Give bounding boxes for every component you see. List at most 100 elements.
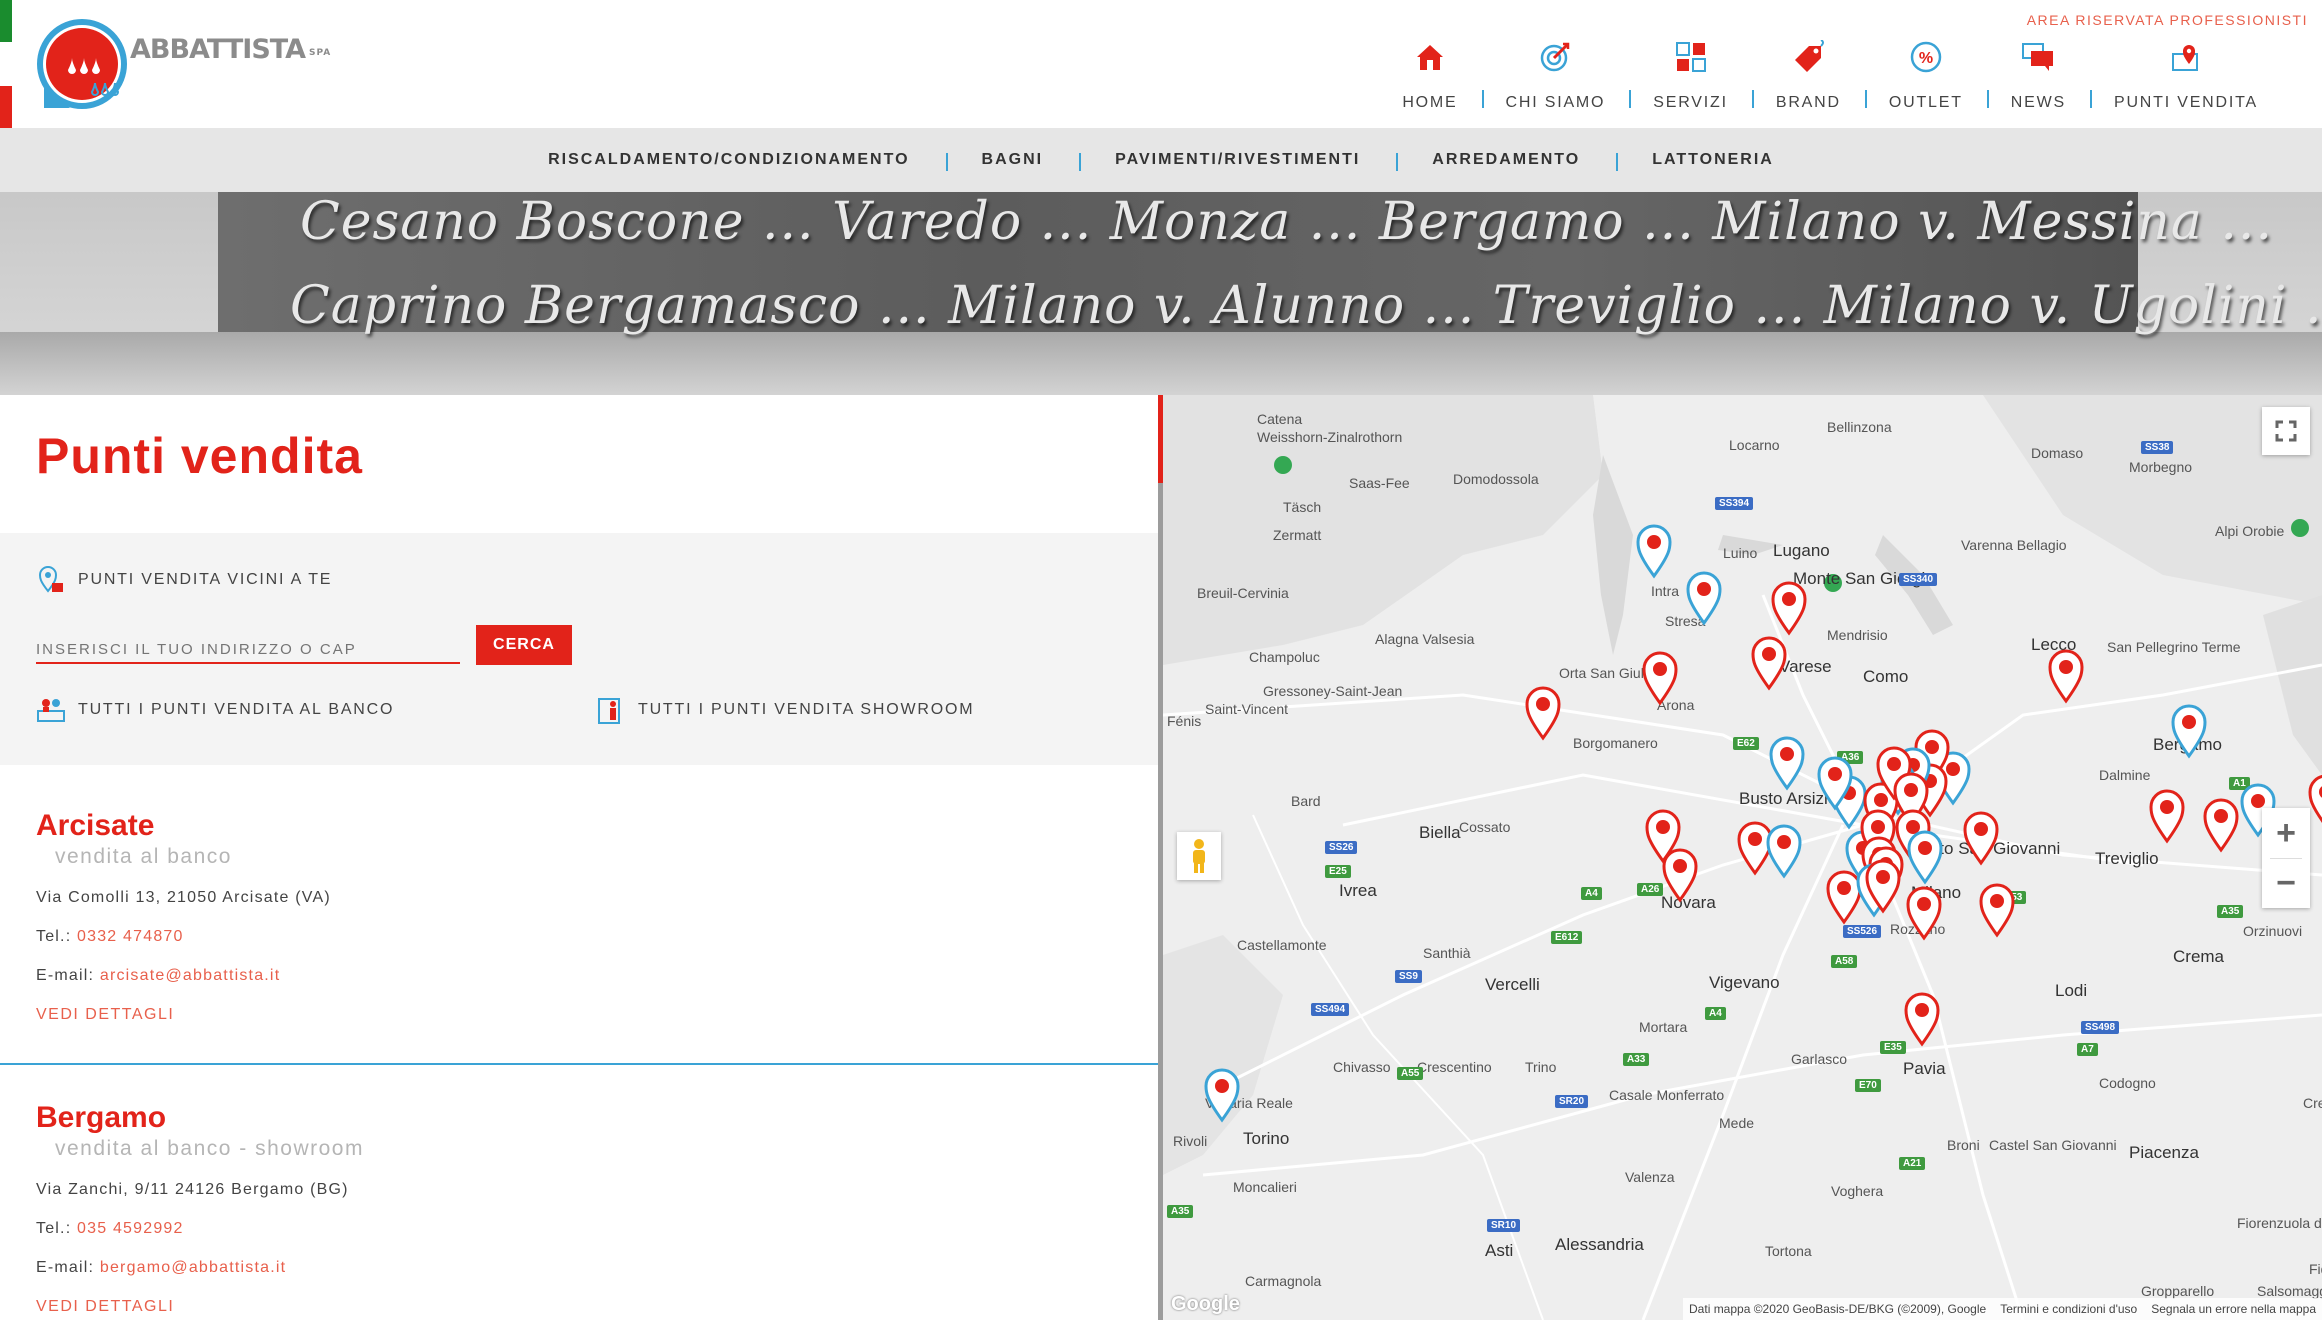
store-marker-showroom[interactable] — [1636, 524, 1672, 579]
address-input[interactable] — [36, 636, 460, 664]
counter-icon — [37, 699, 65, 722]
all-banco-stores-link[interactable]: TUTTI I PUNTI VENDITA AL BANCO — [36, 695, 394, 725]
map-pin-icon — [2171, 45, 2198, 71]
logo-drop-icon — [37, 19, 127, 109]
store-marker-banco[interactable] — [1979, 883, 2015, 938]
hero-banner: Cesano Boscone ... Varedo ... Monza ... … — [0, 192, 2322, 395]
zoom-out-button[interactable]: − — [2262, 859, 2310, 908]
logo[interactable]: ABBATTISTA SPA — [36, 18, 330, 114]
banner-line-1: Cesano Boscone ... Varedo ... Monza ... … — [300, 192, 2273, 252]
store-marker-banco[interactable] — [2308, 775, 2322, 826]
store-list-panel: Punti vendita PUNTI VENDITA VICINI A TE … — [0, 395, 1158, 1320]
store-marker-banco[interactable] — [2203, 798, 2239, 853]
store-name: Arcisate — [36, 809, 155, 842]
store-email-link[interactable]: arcisate@abbattista.it — [100, 967, 281, 984]
store-address: Via Zanchi, 9/11 24126 Bergamo (BG) — [36, 1181, 349, 1198]
store-type: vendita al banco — [55, 845, 232, 868]
category-lattoneria[interactable]: LATTONERIA — [1616, 151, 1810, 171]
all-banco-label: TUTTI I PUNTI VENDITA AL BANCO — [78, 701, 395, 718]
store-email-link[interactable]: bergamo@abbattista.it — [100, 1259, 286, 1276]
chat-icon — [2022, 43, 2054, 71]
store-marker-showroom[interactable] — [1769, 736, 1805, 791]
map-terms-link[interactable]: Termini e condizioni d'uso — [2000, 1302, 2137, 1316]
store-divider — [0, 1063, 1158, 1065]
nav-servizi-label: SERVIZI — [1653, 94, 1728, 111]
store-marker-banco[interactable] — [1642, 651, 1678, 706]
nav-outlet[interactable]: % OUTLET — [1864, 40, 1987, 112]
zoom-in-button[interactable]: + — [2262, 808, 2310, 858]
banner-shelf — [0, 332, 2322, 395]
store-search-box: PUNTI VENDITA VICINI A TE CERCA TUTTI I … — [0, 533, 1158, 765]
nearby-stores-label: PUNTI VENDITA VICINI A TE — [78, 571, 333, 588]
category-arredamento[interactable]: ARREDAMENTO — [1396, 151, 1616, 171]
category-bar: RISCALDAMENTO/CONDIZIONAMENTO BAGNI PAVI… — [0, 128, 2322, 192]
store-marker-banco[interactable] — [1662, 848, 1698, 903]
map-report-link[interactable]: Segnala un errore nella mappa — [2151, 1302, 2316, 1316]
store-marker-banco[interactable] — [1963, 811, 1999, 866]
all-showroom-stores-link[interactable]: TUTTI I PUNTI VENDITA SHOWROOM — [596, 695, 974, 725]
store-marker-showroom[interactable] — [1686, 571, 1722, 626]
nav-news-label: NEWS — [2010, 94, 2066, 111]
map-attribution: Dati mappa ©2020 GeoBasis-DE/BKG (©2009)… — [1683, 1298, 2322, 1320]
store-details-link[interactable]: VEDI DETTAGLI — [36, 1006, 174, 1024]
logo-text: ABBATTISTA SPA — [130, 34, 332, 65]
nav-brand[interactable]: BRAND — [1751, 40, 1865, 112]
store-details-link[interactable]: VEDI DETTAGLI — [36, 1298, 174, 1316]
nav-chi-siamo-label: CHI SIAMO — [1505, 94, 1606, 111]
store-address: Via Comolli 13, 21050 Arcisate (VA) — [36, 889, 331, 906]
svg-text:%: % — [1919, 50, 1933, 67]
store-marker-banco[interactable] — [1737, 821, 1773, 876]
map-data-credit: Dati mappa ©2020 GeoBasis-DE/BKG (©2009)… — [1689, 1302, 1987, 1316]
store-map[interactable]: Catena Weisshorn-Zinalrothorn Saas-Fee Täsc… — [1163, 395, 2322, 1320]
store-marker-showroom[interactable] — [2171, 704, 2207, 759]
store-marker-showroom[interactable] — [1766, 824, 1802, 879]
store-phone: Tel.: 035 4592992 — [36, 1220, 184, 1237]
store-marker-showroom[interactable] — [1907, 830, 1943, 885]
nav-outlet-label: OUTLET — [1888, 94, 1963, 111]
store-name: Bergamo — [36, 1101, 167, 1134]
search-button[interactable]: CERCA — [476, 625, 572, 665]
area-riservata-link[interactable]: AREA RISERVATA PROFESSIONISTI — [2027, 12, 2308, 28]
store-marker-showroom[interactable] — [1204, 1068, 1240, 1123]
nav-home[interactable]: HOME — [1378, 40, 1481, 112]
store-type: vendita al banco - showroom — [55, 1137, 364, 1160]
category-pavimenti[interactable]: PAVIMENTI/RIVESTIMENTI — [1079, 151, 1396, 171]
store-phone-link[interactable]: 0332 474870 — [77, 928, 184, 945]
store-marker-banco[interactable] — [1826, 870, 1862, 925]
top-navigation: HOME CHI SIAMO SERVIZI BRAND % OUTLET NE… — [1378, 40, 2282, 112]
target-icon — [1541, 42, 1570, 72]
store-email: E-mail: arcisate@abbattista.it — [36, 967, 281, 984]
google-logo: Google — [1171, 1293, 1240, 1315]
home-icon — [1416, 45, 1443, 70]
percent-icon: % — [1910, 41, 1942, 73]
italian-flag-stripe — [0, 0, 12, 128]
nav-news[interactable]: NEWS — [1986, 40, 2090, 112]
all-showroom-label: TUTTI I PUNTI VENDITA SHOWROOM — [638, 701, 975, 718]
store-marker-banco[interactable] — [1906, 886, 1942, 941]
store-marker-banco[interactable] — [1771, 581, 1807, 636]
category-bagni[interactable]: BAGNI — [945, 151, 1080, 171]
store-phone-link[interactable]: 035 4592992 — [77, 1220, 184, 1237]
page-title: Punti vendita — [36, 428, 363, 484]
nav-brand-label: BRAND — [1775, 94, 1841, 111]
nearby-stores-link[interactable]: PUNTI VENDITA VICINI A TE — [36, 565, 332, 595]
store-marker-banco[interactable] — [1751, 636, 1787, 691]
category-riscaldamento[interactable]: RISCALDAMENTO/CONDIZIONAMENTO — [512, 151, 945, 169]
showroom-icon — [598, 698, 620, 724]
street-view-pegman[interactable] — [1177, 832, 1221, 880]
fullscreen-icon — [2275, 420, 2297, 442]
store-email: E-mail: bergamo@abbattista.it — [36, 1259, 287, 1276]
store-marker-banco[interactable] — [1525, 686, 1561, 741]
nav-servizi[interactable]: SERVIZI — [1629, 40, 1752, 112]
nav-punti-vendita[interactable]: PUNTI VENDITA — [2089, 40, 2282, 112]
nav-home-label: HOME — [1402, 94, 1458, 111]
nav-chi-siamo[interactable]: CHI SIAMO — [1481, 40, 1630, 112]
store-marker-banco[interactable] — [2149, 789, 2185, 844]
nav-punti-vendita-label: PUNTI VENDITA — [2113, 94, 2258, 111]
store-marker-banco[interactable] — [1904, 992, 1940, 1047]
store-phone: Tel.: 0332 474870 — [36, 928, 184, 945]
store-marker-banco[interactable] — [2048, 649, 2084, 704]
grid-icon — [1675, 42, 1706, 72]
tag-icon — [1795, 40, 1825, 72]
fullscreen-button[interactable] — [2262, 407, 2310, 455]
